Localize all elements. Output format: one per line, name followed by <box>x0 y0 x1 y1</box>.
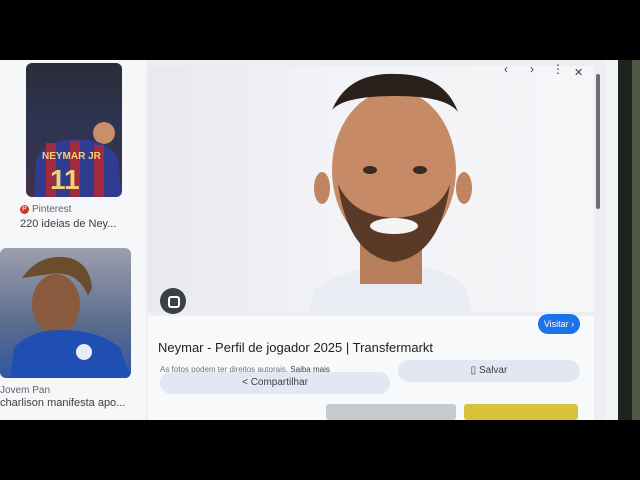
close-button[interactable]: ✕ <box>574 66 583 79</box>
chevron-right-icon: › <box>571 319 575 329</box>
preview-title[interactable]: Neymar - Perfil de jogador 2025 | Transf… <box>158 340 433 355</box>
scrollbar[interactable] <box>596 74 600 209</box>
result-title-2[interactable]: charlison manifesta apo... <box>0 397 125 409</box>
related-thumbnail-2[interactable] <box>464 404 578 420</box>
bookmark-icon: ▯ <box>470 365 477 376</box>
save-button[interactable]: ▯ Salvar <box>398 360 580 382</box>
shirt-number: 11 <box>50 164 80 195</box>
share-icon: < <box>242 377 248 388</box>
source-label: Pinterest <box>32 204 72 215</box>
results-column: NEYMAR JR 11 P Pinterest 220 ideias de Ne… <box>0 60 146 420</box>
more-options-button[interactable]: ⋮ <box>552 62 564 76</box>
result-title-1[interactable]: 220 ideias de Ney... <box>20 218 116 230</box>
previous-button[interactable]: ‹ <box>504 62 508 76</box>
result-source-jovempan[interactable]: Jovem Pan <box>0 385 50 396</box>
neymar-portrait <box>308 73 472 312</box>
shirt-name: NEYMAR JR <box>42 151 102 162</box>
monitor-bezel <box>618 60 640 420</box>
result-thumbnail-richarlison[interactable] <box>0 248 131 378</box>
image-preview-panel: ‹ › ⋮ ✕ Visitar › Neymar - Perfil de jog… <box>146 60 606 420</box>
player-back-image: NEYMAR JR 11 <box>34 122 122 197</box>
share-button[interactable]: < Compartilhar <box>160 372 390 394</box>
share-label: Compartilhar <box>250 377 308 388</box>
result-source-pinterest[interactable]: P Pinterest <box>20 204 71 215</box>
save-label: Salvar <box>478 365 508 376</box>
browser-screen: NEYMAR JR 11 P Pinterest 220 ideias de Ne… <box>0 60 618 420</box>
background-edge <box>632 60 640 420</box>
visit-button[interactable]: Visitar › <box>538 314 580 334</box>
player-portrait-image <box>10 256 131 378</box>
next-button[interactable]: › <box>530 62 534 76</box>
result-thumbnail-neymar-back[interactable]: NEYMAR JR 11 <box>26 63 122 197</box>
visit-label: Visitar <box>543 319 569 329</box>
pinterest-icon: P <box>20 204 29 214</box>
preview-image[interactable] <box>148 66 594 312</box>
related-thumbnail-1[interactable] <box>326 404 456 420</box>
lens-search-icon[interactable] <box>160 288 186 314</box>
